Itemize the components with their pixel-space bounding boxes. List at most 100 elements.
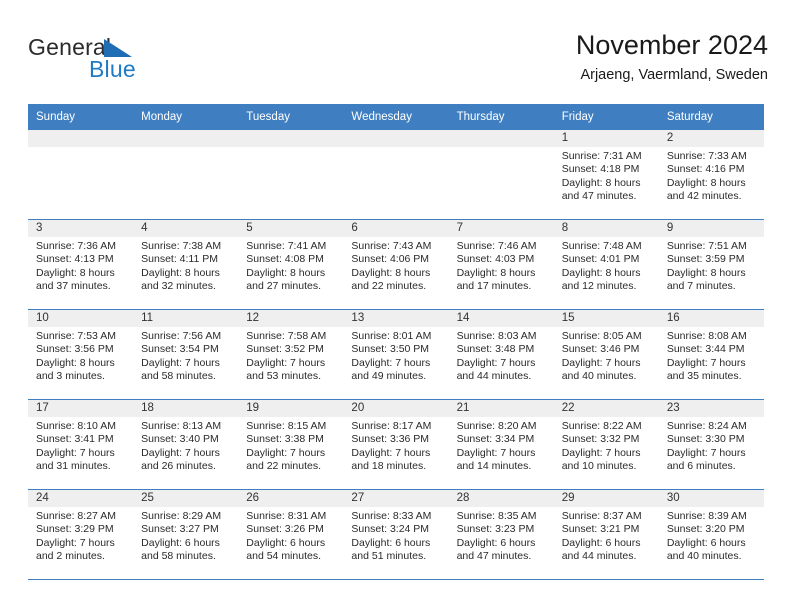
sunset-text: Sunset: 3:21 PM [561, 523, 640, 536]
calendar-week-row: 10 Sunrise: 7:53 AM Sunset: 3:56 PM Dayligh… [28, 309, 764, 399]
daylight-text-line1: Daylight: 7 hours [666, 446, 746, 459]
day-sun-info: Sunrise: 8:33 AM Sunset: 3:24 PM Daylight:… [343, 507, 448, 564]
daylight-text-line2: and 44 minutes. [561, 550, 637, 563]
daylight-text-line1: Daylight: 7 hours [456, 356, 536, 369]
sunrise-text: Sunrise: 7:56 AM [141, 330, 222, 342]
day-cell[interactable]: 23 Sunrise: 8:24 AM Sunset: 3:30 PM Dayligh… [658, 400, 764, 489]
day-sun-info: Sunrise: 8:27 AM Sunset: 3:29 PM Daylight:… [28, 507, 133, 564]
daylight-text-line1: Daylight: 7 hours [561, 356, 641, 369]
day-number [28, 130, 134, 147]
daylight-text-line2: and 42 minutes. [666, 190, 742, 203]
sunrise-text: Sunrise: 7:43 AM [351, 240, 432, 252]
daylight-text-line1: Daylight: 8 hours [561, 176, 641, 189]
day-sun-info: Sunrise: 7:38 AM Sunset: 4:11 PM Daylight:… [133, 237, 238, 294]
day-number: 8 [553, 220, 659, 237]
day-number: 21 [448, 400, 554, 417]
calendar-bottom-border [28, 579, 764, 580]
day-cell-empty [133, 130, 239, 219]
sunset-text: Sunset: 3:24 PM [351, 523, 430, 536]
day-cell[interactable]: 5 Sunrise: 7:41 AM Sunset: 4:08 PM Daylight… [238, 220, 344, 309]
day-cell[interactable]: 6 Sunrise: 7:43 AM Sunset: 4:06 PM Daylight… [343, 220, 449, 309]
day-cell[interactable]: 25 Sunrise: 8:29 AM Sunset: 3:27 PM Dayligh… [133, 490, 239, 579]
sunrise-text: Sunrise: 8:15 AM [246, 420, 327, 432]
day-cell[interactable]: 20 Sunrise: 8:17 AM Sunset: 3:36 PM Dayligh… [343, 400, 449, 489]
daylight-text-line2: and 44 minutes. [456, 370, 532, 383]
daylight-text-line2: and 58 minutes. [141, 550, 216, 563]
day-sun-info: Sunrise: 7:48 AM Sunset: 4:01 PM Daylight:… [554, 237, 659, 294]
day-number: 16 [658, 310, 764, 327]
daylight-text-line2: and 22 minutes. [246, 460, 321, 473]
brand-logo[interactable]: General Blue [28, 34, 228, 92]
day-cell[interactable]: 27 Sunrise: 8:33 AM Sunset: 3:24 PM Dayligh… [343, 490, 449, 579]
daylight-text-line1: Daylight: 7 hours [351, 356, 431, 369]
weekday-header-friday: Friday [561, 111, 594, 123]
day-sun-info: Sunrise: 8:01 AM Sunset: 3:50 PM Daylight:… [343, 327, 448, 384]
day-sun-info: Sunrise: 8:15 AM Sunset: 3:38 PM Daylight:… [238, 417, 343, 474]
day-cell[interactable]: 4 Sunrise: 7:38 AM Sunset: 4:11 PM Daylight… [133, 220, 239, 309]
weekday-header-wednesday: Wednesday [351, 111, 412, 123]
day-number: 22 [553, 400, 659, 417]
day-cell[interactable]: 22 Sunrise: 8:22 AM Sunset: 3:32 PM Dayligh… [553, 400, 659, 489]
day-cell[interactable]: 19 Sunrise: 8:15 AM Sunset: 3:38 PM Dayligh… [238, 400, 344, 489]
daylight-text-line1: Daylight: 7 hours [36, 446, 115, 459]
day-cell-empty [343, 130, 449, 219]
day-cell[interactable]: 11 Sunrise: 7:56 AM Sunset: 3:54 PM Dayligh… [133, 310, 239, 399]
page-subtitle: Arjaeng, Vaermland, Sweden [580, 67, 768, 83]
daylight-text-line1: Daylight: 8 hours [351, 266, 431, 279]
day-cell[interactable]: 24 Sunrise: 8:27 AM Sunset: 3:29 PM Dayligh… [28, 490, 134, 579]
day-cell[interactable]: 12 Sunrise: 7:58 AM Sunset: 3:52 PM Dayligh… [238, 310, 344, 399]
daylight-text-line1: Daylight: 8 hours [561, 266, 641, 279]
sunrise-text: Sunrise: 7:41 AM [246, 240, 327, 252]
day-sun-info: Sunrise: 7:46 AM Sunset: 4:03 PM Daylight:… [449, 237, 554, 294]
day-cell[interactable]: 8 Sunrise: 7:48 AM Sunset: 4:01 PM Daylight… [553, 220, 659, 309]
day-cell[interactable]: 1 Sunrise: 7:31 AM Sunset: 4:18 PM Daylight… [553, 130, 659, 219]
day-cell[interactable]: 21 Sunrise: 8:20 AM Sunset: 3:34 PM Dayligh… [448, 400, 554, 489]
day-cell[interactable]: 28 Sunrise: 8:35 AM Sunset: 3:23 PM Dayligh… [448, 490, 554, 579]
day-number: 24 [28, 490, 134, 507]
day-cell[interactable]: 2 Sunrise: 7:33 AM Sunset: 4:16 PM Daylight… [658, 130, 764, 219]
daylight-text-line2: and 40 minutes. [666, 550, 742, 563]
day-number: 1 [553, 130, 659, 147]
daylight-text-line1: Daylight: 8 hours [456, 266, 536, 279]
day-cell[interactable]: 17 Sunrise: 8:10 AM Sunset: 3:41 PM Dayligh… [28, 400, 134, 489]
day-cell[interactable]: 15 Sunrise: 8:05 AM Sunset: 3:46 PM Dayligh… [553, 310, 659, 399]
day-number: 14 [448, 310, 554, 327]
sunset-text: Sunset: 3:38 PM [246, 433, 324, 446]
day-number: 7 [448, 220, 554, 237]
sunrise-text: Sunrise: 7:31 AM [561, 150, 642, 162]
day-cell[interactable]: 7 Sunrise: 7:46 AM Sunset: 4:03 PM Daylight… [448, 220, 554, 309]
weekday-header-sunday: Sunday [36, 111, 76, 123]
sunrise-text: Sunrise: 7:46 AM [456, 240, 537, 252]
daylight-text-line2: and 7 minutes. [666, 280, 736, 293]
day-cell[interactable]: 26 Sunrise: 8:31 AM Sunset: 3:26 PM Dayligh… [238, 490, 344, 579]
daylight-text-line2: and 26 minutes. [141, 460, 216, 473]
day-number: 13 [343, 310, 449, 327]
sunrise-text: Sunrise: 8:37 AM [561, 510, 642, 522]
day-number: 6 [343, 220, 449, 237]
sunset-text: Sunset: 3:48 PM [456, 343, 535, 356]
daylight-text-line1: Daylight: 8 hours [36, 266, 115, 279]
daylight-text-line1: Daylight: 8 hours [246, 266, 326, 279]
day-cell[interactable]: 18 Sunrise: 8:13 AM Sunset: 3:40 PM Dayligh… [133, 400, 239, 489]
day-cell-empty [28, 130, 134, 219]
daylight-text-line2: and 37 minutes. [36, 280, 111, 293]
day-cell[interactable]: 3 Sunrise: 7:36 AM Sunset: 4:13 PM Daylight… [28, 220, 134, 309]
sunset-text: Sunset: 3:34 PM [456, 433, 535, 446]
sunrise-text: Sunrise: 7:53 AM [36, 330, 116, 342]
day-cell[interactable]: 30 Sunrise: 8:39 AM Sunset: 3:20 PM Dayligh… [658, 490, 764, 579]
day-cell[interactable]: 9 Sunrise: 7:51 AM Sunset: 3:59 PM Daylight… [658, 220, 764, 309]
day-cell[interactable]: 10 Sunrise: 7:53 AM Sunset: 3:56 PM Dayligh… [28, 310, 134, 399]
day-number: 26 [238, 490, 344, 507]
day-number: 30 [658, 490, 764, 507]
day-cell[interactable]: 13 Sunrise: 8:01 AM Sunset: 3:50 PM Dayligh… [343, 310, 449, 399]
day-cell[interactable]: 14 Sunrise: 8:03 AM Sunset: 3:48 PM Dayligh… [448, 310, 554, 399]
sunset-text: Sunset: 3:52 PM [246, 343, 324, 356]
day-sun-info: Sunrise: 7:51 AM Sunset: 3:59 PM Daylight:… [659, 237, 764, 294]
sunrise-text: Sunrise: 8:13 AM [141, 420, 222, 432]
weekday-header-thursday: Thursday [456, 111, 505, 123]
sunrise-text: Sunrise: 7:51 AM [666, 240, 747, 252]
daylight-text-line2: and 49 minutes. [351, 370, 427, 383]
daylight-text-line1: Daylight: 7 hours [246, 446, 326, 459]
day-cell[interactable]: 29 Sunrise: 8:37 AM Sunset: 3:21 PM Dayligh… [553, 490, 659, 579]
day-cell[interactable]: 16 Sunrise: 8:08 AM Sunset: 3:44 PM Dayligh… [658, 310, 764, 399]
